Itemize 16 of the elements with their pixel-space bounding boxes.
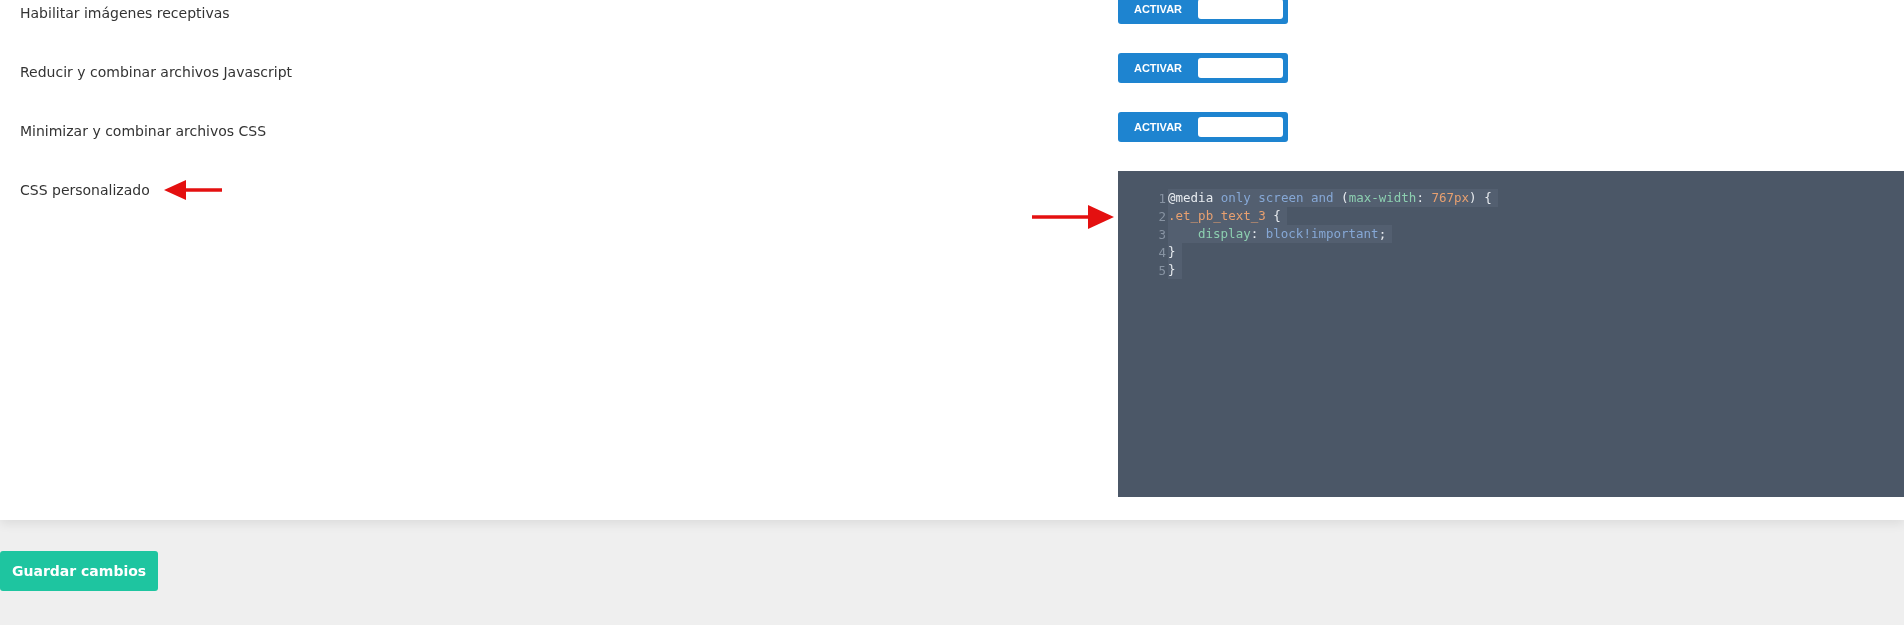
toggle-switch[interactable]: ACTIVAR xyxy=(1118,0,1288,24)
code-editor[interactable]: 1 @media only screen and (max-width: 767px) { 2 .et_pb_text_3 { 3 display: block!important; 4 } 5 } xyxy=(1118,171,1904,497)
arrow-icon xyxy=(1032,203,1114,231)
line-number: 5 xyxy=(1157,262,1166,278)
save-button[interactable]: Guardar cambios xyxy=(0,551,159,591)
setting-label: Reducir y combinar archivos Javascript xyxy=(20,63,292,81)
setting-label: Minimizar y combinar archivos CSS xyxy=(20,122,267,140)
line-number: 3 xyxy=(1157,226,1166,242)
line-number: 4 xyxy=(1157,244,1166,260)
setting-label: CSS personalizado xyxy=(20,181,150,199)
line-number: 1 xyxy=(1157,190,1166,206)
line-number: 2 xyxy=(1157,208,1166,224)
arrow-icon xyxy=(163,179,222,201)
toggle-switch[interactable]: ACTIVAR xyxy=(1118,53,1288,83)
toggle-switch[interactable]: ACTIVAR xyxy=(1118,112,1288,142)
setting-label: Habilitar imágenes receptivas xyxy=(20,4,230,22)
